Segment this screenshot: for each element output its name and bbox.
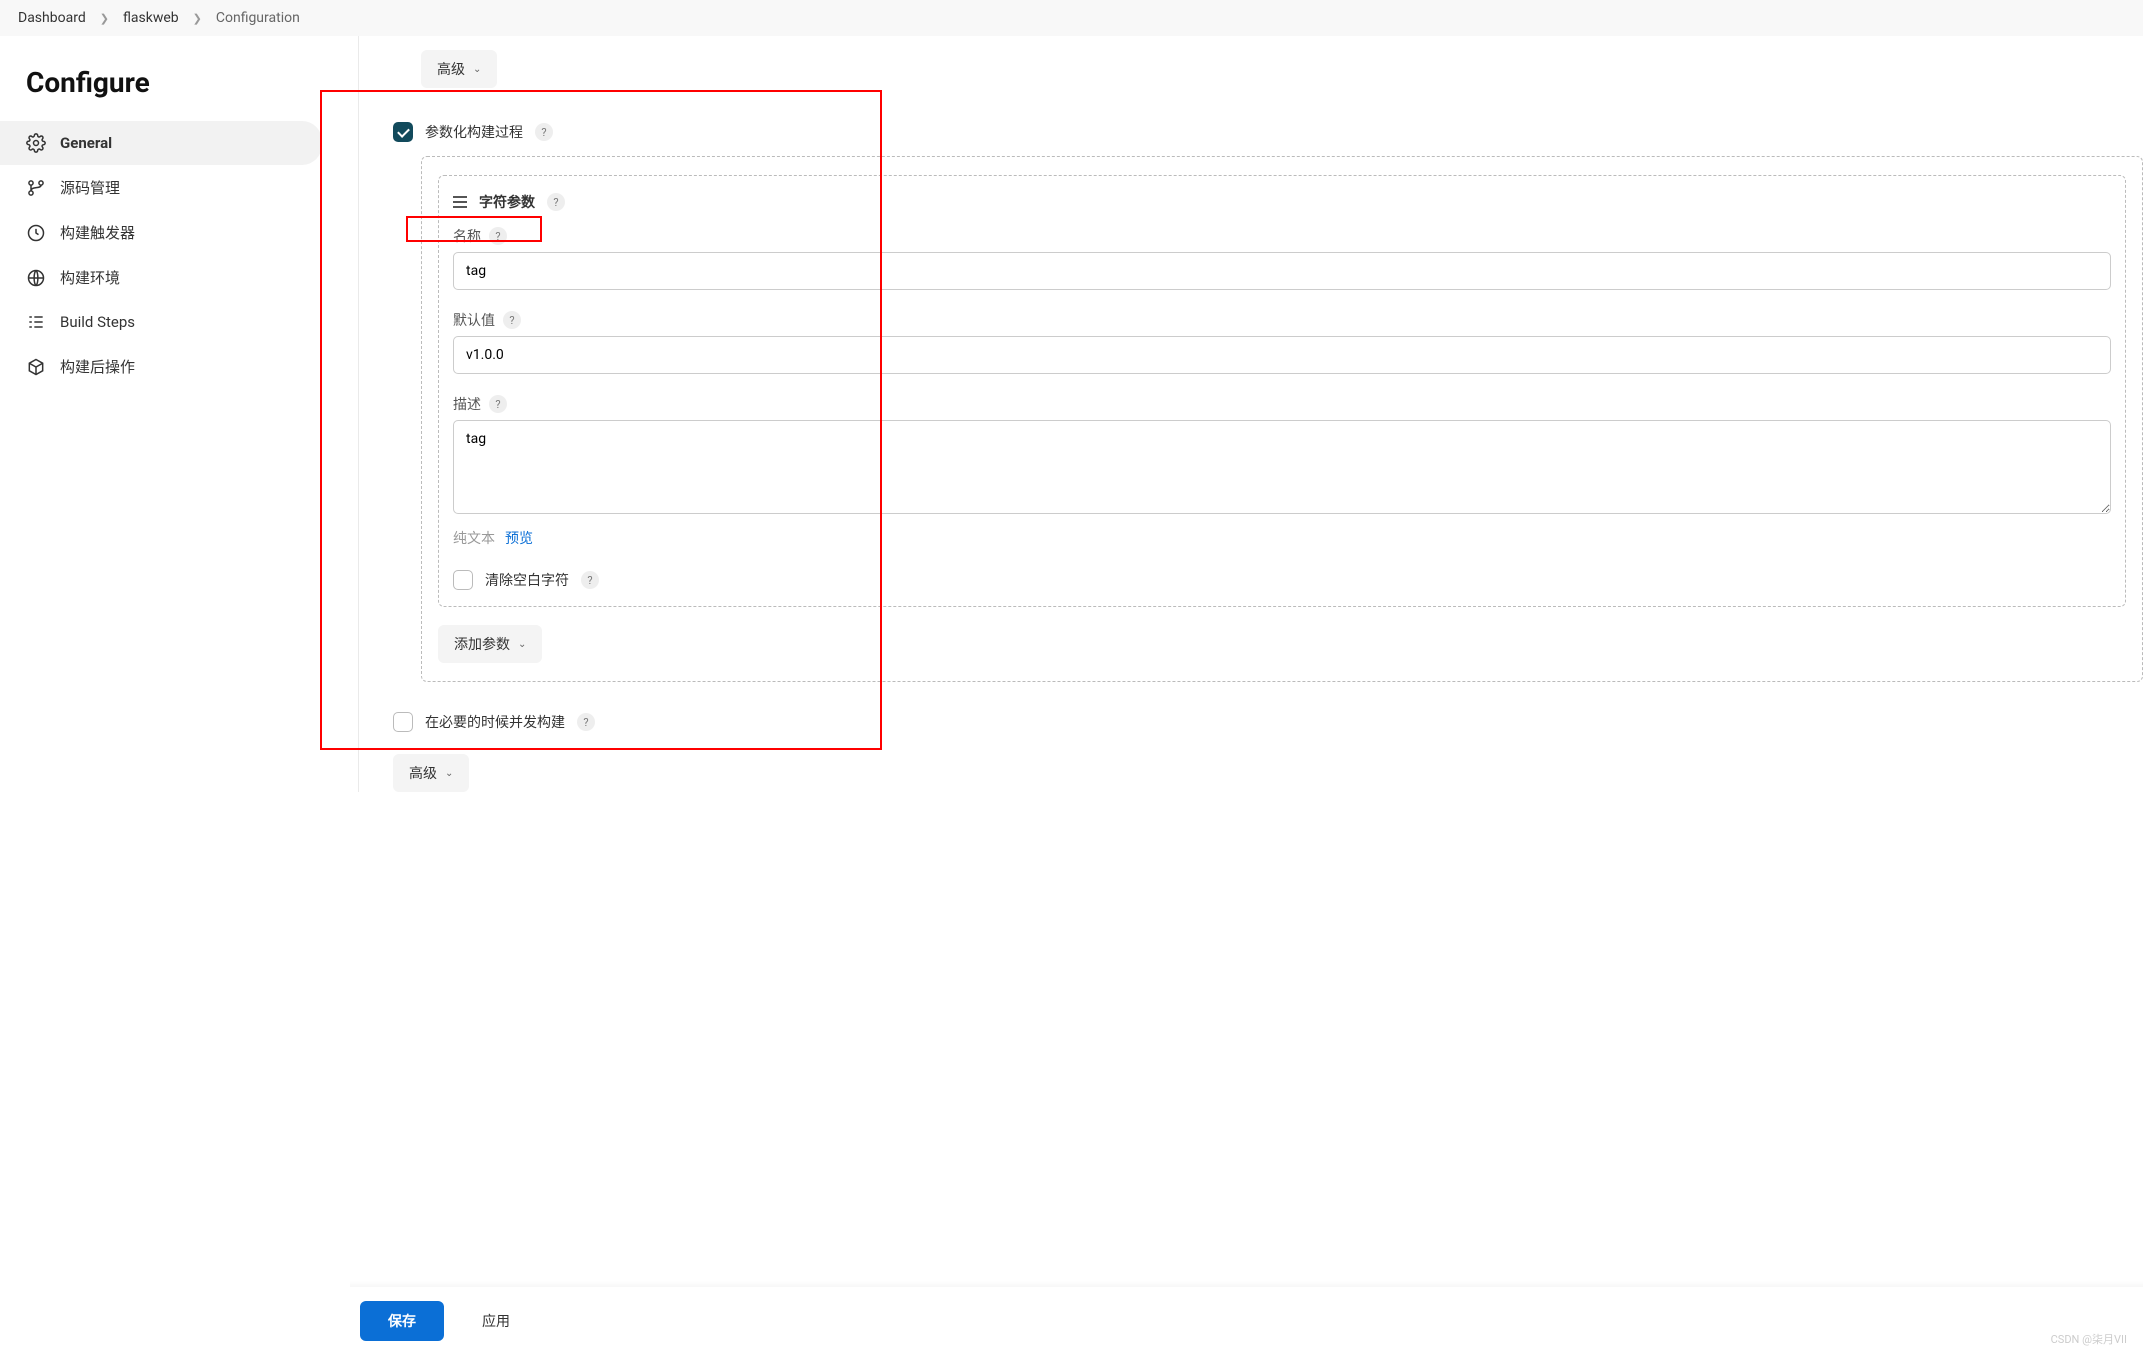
advanced-button-top[interactable]: 高级 ⌄ [421,50,497,88]
desc-input[interactable] [453,420,2111,514]
preview-link[interactable]: 预览 [505,528,533,548]
help-icon[interactable]: ? [577,713,595,731]
concurrent-label: 在必要的时候并发构建 [425,712,565,732]
chevron-right-icon: ❯ [100,12,109,25]
advanced-label: 高级 [409,763,437,783]
drag-handle-icon[interactable] [453,196,467,208]
list-icon [26,312,46,332]
param-type-title: 字符参数 [479,192,535,212]
help-icon[interactable]: ? [535,123,553,141]
add-param-button[interactable]: 添加参数 ⌄ [438,625,542,663]
help-icon[interactable]: ? [489,395,507,413]
help-icon[interactable]: ? [547,193,565,211]
parameters-container: 字符参数 ? 名称 ? 默认值 ? [421,156,2143,682]
save-button[interactable]: 保存 [360,1301,444,1341]
sidebar-item-label: 构建环境 [60,267,120,288]
name-input[interactable] [453,252,2111,290]
footer-bar: 保存 应用 [350,1287,2143,1357]
help-icon[interactable]: ? [581,571,599,589]
apply-button[interactable]: 应用 [468,1301,524,1341]
parameter-block: 字符参数 ? 名称 ? 默认值 ? [438,175,2126,607]
page-title: Configure [0,54,330,121]
default-input[interactable] [453,336,2111,374]
sidebar-item-label: Build Steps [60,313,135,331]
breadcrumb-dashboard[interactable]: Dashboard [18,10,86,26]
trim-checkbox[interactable] [453,570,473,590]
breadcrumb: Dashboard ❯ flaskweb ❯ Configuration [0,0,2143,36]
default-label: 默认值 [453,310,495,330]
clock-icon [26,223,46,243]
chevron-down-icon: ⌄ [473,64,481,75]
concurrent-checkbox[interactable] [393,712,413,732]
desc-label: 描述 [453,394,481,414]
sidebar-item-scm[interactable]: 源码管理 [0,165,330,210]
sidebar-item-triggers[interactable]: 构建触发器 [0,210,330,255]
trim-label: 清除空白字符 [485,570,569,590]
help-icon[interactable]: ? [503,311,521,329]
plaintext-label: 纯文本 [453,528,495,548]
sidebar-item-post[interactable]: 构建后操作 [0,344,330,389]
breadcrumb-current: Configuration [216,10,300,26]
chevron-down-icon: ⌄ [518,639,526,650]
sidebar-item-label: 构建触发器 [60,222,135,243]
advanced-label: 高级 [437,59,465,79]
chevron-down-icon: ⌄ [445,768,453,779]
gear-icon [26,133,46,153]
sidebar-item-label: General [60,134,112,152]
parameterize-label: 参数化构建过程 [425,122,523,142]
sidebar-item-steps[interactable]: Build Steps [0,300,330,344]
sidebar-item-label: 源码管理 [60,177,120,198]
chevron-right-icon: ❯ [193,12,202,25]
sidebar: Configure General 源码管理 构建触发器 [0,36,330,407]
cube-icon [26,357,46,377]
branch-icon [26,178,46,198]
sidebar-item-env[interactable]: 构建环境 [0,255,330,300]
help-icon[interactable]: ? [489,227,507,245]
breadcrumb-project[interactable]: flaskweb [123,10,179,26]
sidebar-item-label: 构建后操作 [60,356,135,377]
main: 高级 ⌄ 参数化构建过程 ? 字符参数 ? [330,36,2143,892]
add-param-label: 添加参数 [454,634,510,654]
sidebar-item-general[interactable]: General [0,121,322,165]
parameterize-checkbox[interactable] [393,122,413,142]
globe-icon [26,268,46,288]
name-label: 名称 [453,226,481,246]
advanced-button-bottom[interactable]: 高级 ⌄ [393,754,469,792]
